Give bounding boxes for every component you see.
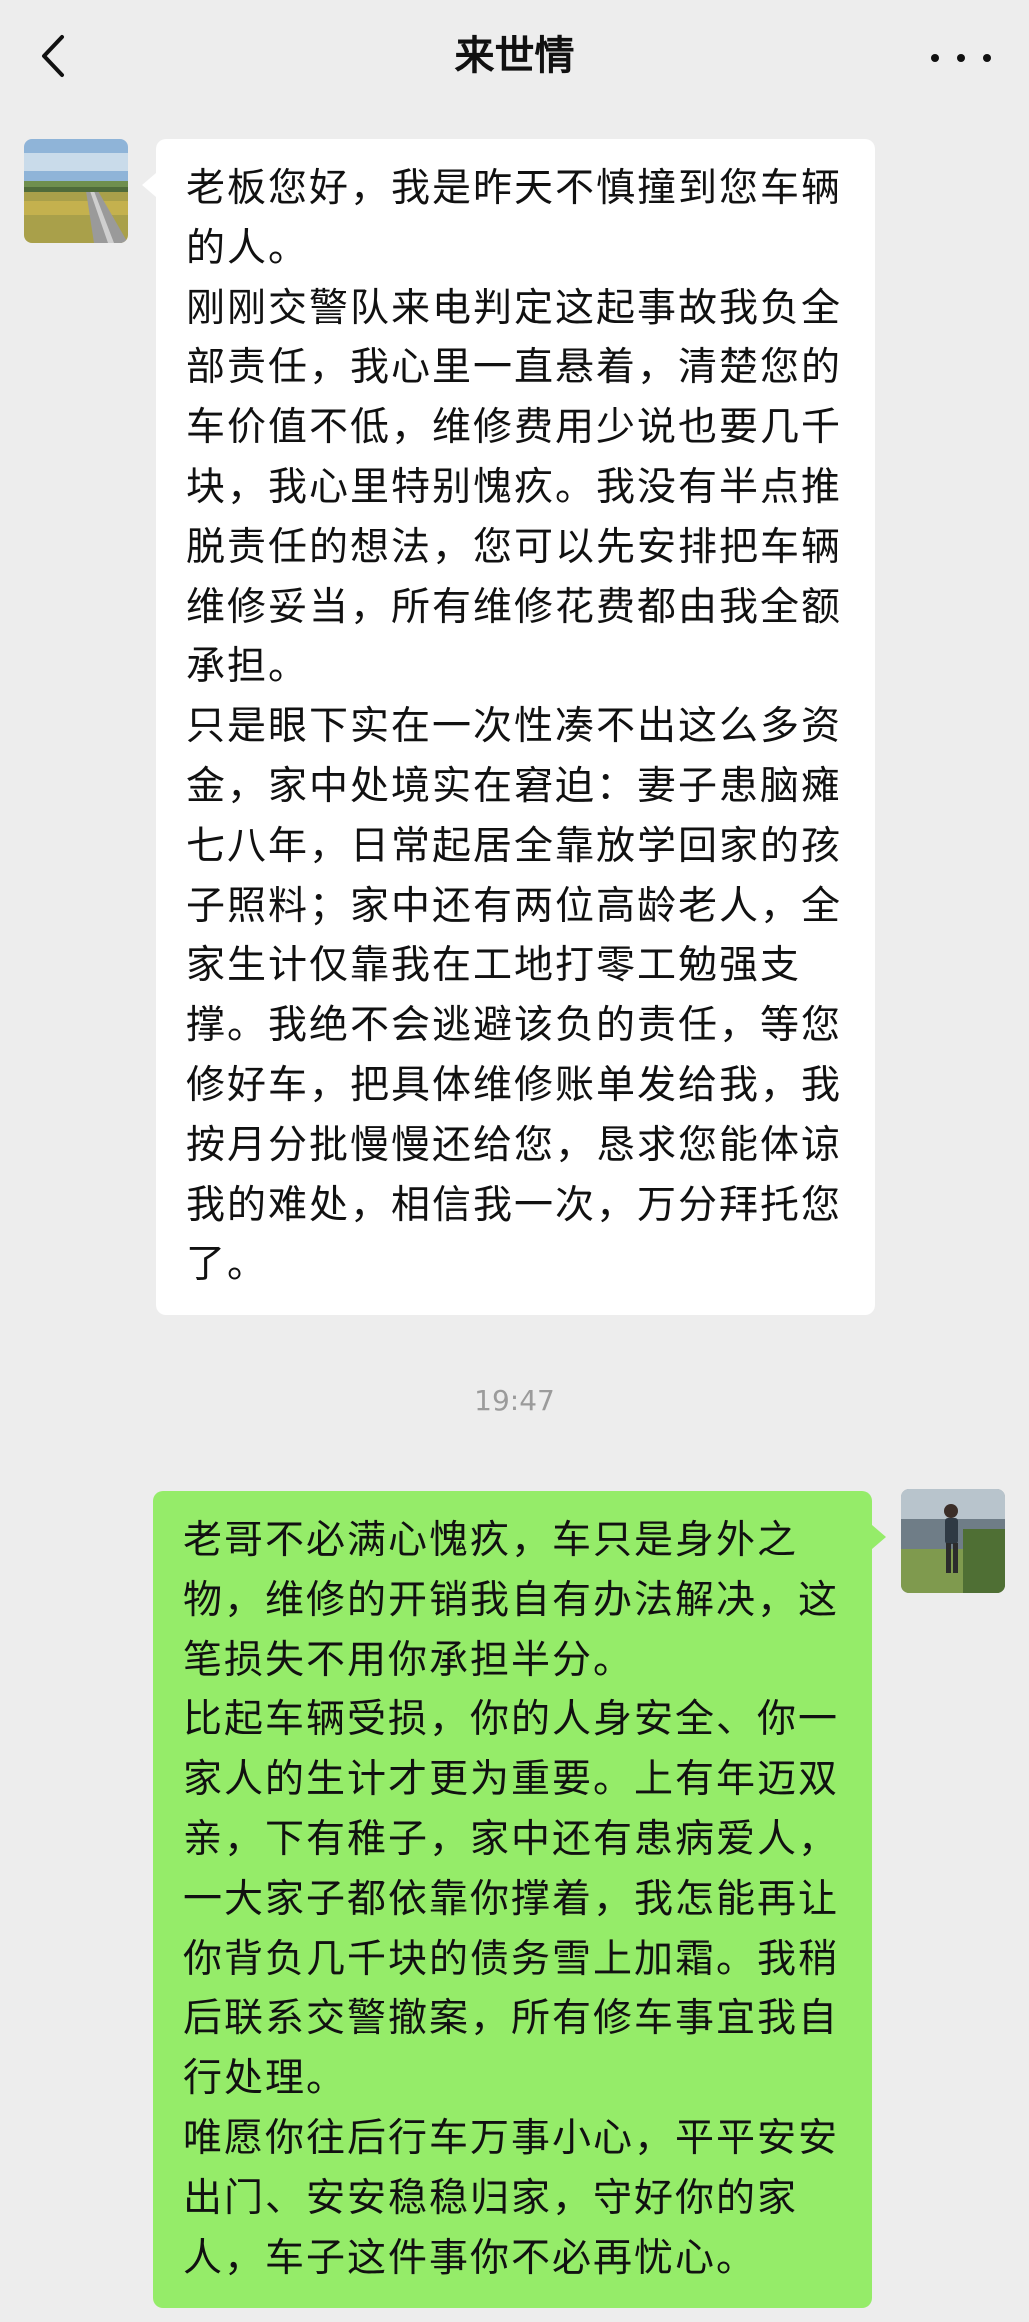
more-options-button[interactable] (931, 40, 991, 76)
message-paragraph: 只是眼下实在一次性凑不出这么多资金，家中处境实在窘迫：妻子患脑瘫七八年，日常起居… (186, 704, 843, 1288)
incoming-message-bubble[interactable]: 老板您好，我是昨天不慎撞到您车辆的人。 刚刚交警队来电判定这起事故我负全部责任，… (142, 139, 875, 1316)
chat-header: 来世情 (0, 0, 1029, 112)
contact-avatar[interactable] (24, 139, 128, 243)
message-paragraph: 唯愿你往后行车万事小心，平平安安出门、安安稳稳归家，守好你的家人，车子这件事你不… (183, 2115, 840, 2281)
ellipsis-icon (957, 54, 965, 62)
message-paragraph: 比起车辆受损，你的人身安全、你一家人的生计才更为重要。上有年迈双亲，下有稚子，家… (183, 1697, 840, 2102)
message-paragraph: 老哥不必满心愧疚，车只是身外之物，维修的开销我自有办法解决，这笔损失不用你承担半… (183, 1518, 840, 1683)
chat-title: 来世情 (454, 33, 575, 79)
message-paragraph: 老板您好，我是昨天不慎撞到您车辆的人。 (186, 166, 843, 271)
outgoing-message-bubble[interactable]: 老哥不必满心愧疚，车只是身外之物，维修的开销我自有办法解决，这笔损失不用你承担半… (153, 1491, 886, 2309)
ellipsis-icon (931, 54, 939, 62)
ellipsis-icon (983, 54, 991, 62)
message-paragraph: 刚刚交警队来电判定这起事故我负全部责任，我心里一直悬着，清楚您的车价值不低，维修… (186, 285, 843, 690)
message-timestamp: 19:47 (474, 1384, 555, 1417)
user-avatar[interactable] (901, 1489, 1005, 1593)
